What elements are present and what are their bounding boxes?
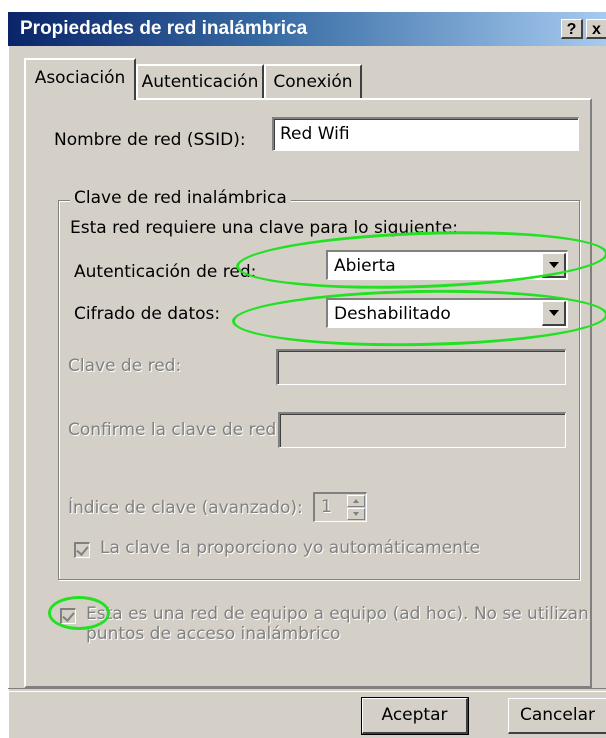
- confirm-key-input[interactable]: [278, 412, 566, 448]
- accept-button[interactable]: Aceptar: [361, 697, 469, 735]
- network-key-group-legend: Clave de red inalámbrica: [70, 188, 291, 208]
- network-auth-select[interactable]: Abierta: [326, 250, 568, 280]
- data-encryption-select[interactable]: Deshabilitado: [326, 298, 568, 328]
- adhoc-label-line1: Esta es una red de equipo a equipo (ad h…: [86, 604, 589, 624]
- tab-association[interactable]: Asociación: [24, 58, 136, 100]
- key-index-label: Índice de clave (avanzado):: [68, 498, 303, 518]
- ssid-input[interactable]: Red Wifi: [272, 117, 579, 151]
- spin-down-icon[interactable]: [347, 508, 365, 520]
- chevron-down-icon[interactable]: [542, 301, 566, 326]
- window-title: Propiedades de red inalámbrica: [20, 18, 308, 39]
- confirm-key-label: Confirme la clave de red:: [68, 420, 283, 440]
- wireless-properties-dialog: Propiedades de red inalámbrica ? x Asoci…: [8, 12, 606, 738]
- spin-up-icon[interactable]: [347, 495, 365, 507]
- network-key-label: Clave de red:: [68, 356, 182, 376]
- key-required-description: Esta red requiere una clave para lo sigu…: [70, 218, 458, 238]
- close-button[interactable]: x: [586, 19, 606, 39]
- tab-connection[interactable]: Conexión: [264, 64, 362, 98]
- cancel-button[interactable]: Cancelar: [508, 698, 606, 734]
- network-auth-value: Abierta: [334, 256, 396, 276]
- key-index-value: 1: [321, 497, 332, 517]
- network-auth-label: Autenticación de red:: [74, 262, 257, 282]
- divider: [8, 688, 606, 692]
- auto-key-label: La clave la proporciono yo automáticamen…: [100, 538, 481, 558]
- title-bar[interactable]: Propiedades de red inalámbrica ? x: [8, 12, 606, 46]
- network-key-input[interactable]: [276, 349, 566, 385]
- key-index-spinner[interactable]: 1: [313, 492, 367, 522]
- tab-authentication[interactable]: Autenticación: [136, 64, 264, 98]
- help-button[interactable]: ?: [561, 19, 583, 39]
- auto-key-checkbox[interactable]: [74, 542, 90, 558]
- chevron-down-icon[interactable]: [542, 253, 566, 278]
- data-encryption-label: Cifrado de datos:: [74, 304, 221, 324]
- ssid-label: Nombre de red (SSID):: [54, 130, 246, 150]
- adhoc-checkbox[interactable]: [60, 608, 76, 624]
- adhoc-label-line2: puntos de acceso inalámbrico: [86, 624, 341, 644]
- data-encryption-value: Deshabilitado: [334, 304, 451, 324]
